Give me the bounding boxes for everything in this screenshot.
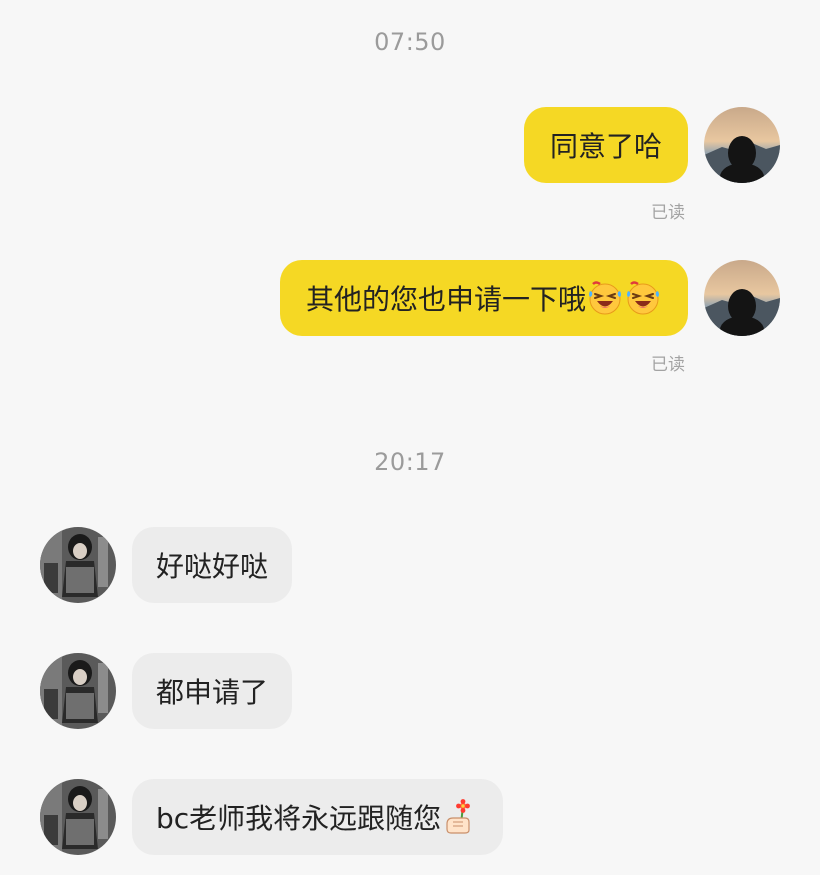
read-receipt: 已读 — [651, 203, 685, 223]
message-text: 其他的您也申请一下哦 — [305, 283, 586, 316]
message-text: bc老师我将永远跟随您 — [156, 802, 442, 835]
avatar-image-sunset — [704, 260, 780, 336]
avatar-image-sunset — [704, 107, 780, 183]
laughing-tears-emoji-icon — [624, 279, 662, 317]
timestamp-2017: 20:17 — [374, 448, 446, 476]
laughing-tears-emoji-icon — [586, 279, 624, 317]
read-receipt: 已读 — [651, 355, 685, 375]
message-text: 同意了哈 — [549, 130, 662, 163]
my-avatar[interactable] — [704, 107, 780, 183]
message-text: 都申请了 — [156, 676, 269, 709]
received-message-bubble[interactable]: 都申请了 — [132, 653, 293, 729]
contact-avatar[interactable] — [40, 653, 116, 729]
avatar-image-person — [40, 779, 116, 855]
avatar-image-person — [40, 527, 116, 603]
contact-avatar[interactable] — [40, 527, 116, 603]
sent-message-bubble[interactable]: 同意了哈 — [523, 107, 688, 183]
sent-message-bubble[interactable]: 其他的您也申请一下哦 — [279, 260, 688, 336]
hand-with-flower-emoji-icon — [441, 798, 479, 836]
received-message-bubble[interactable]: bc老师我将永远跟随您 — [132, 779, 504, 855]
message-text: 好哒好哒 — [156, 550, 269, 583]
my-avatar[interactable] — [704, 260, 780, 336]
contact-avatar[interactable] — [40, 779, 116, 855]
avatar-image-person — [40, 653, 116, 729]
timestamp-0750: 07:50 — [374, 28, 446, 56]
received-message-bubble[interactable]: 好哒好哒 — [132, 527, 293, 603]
